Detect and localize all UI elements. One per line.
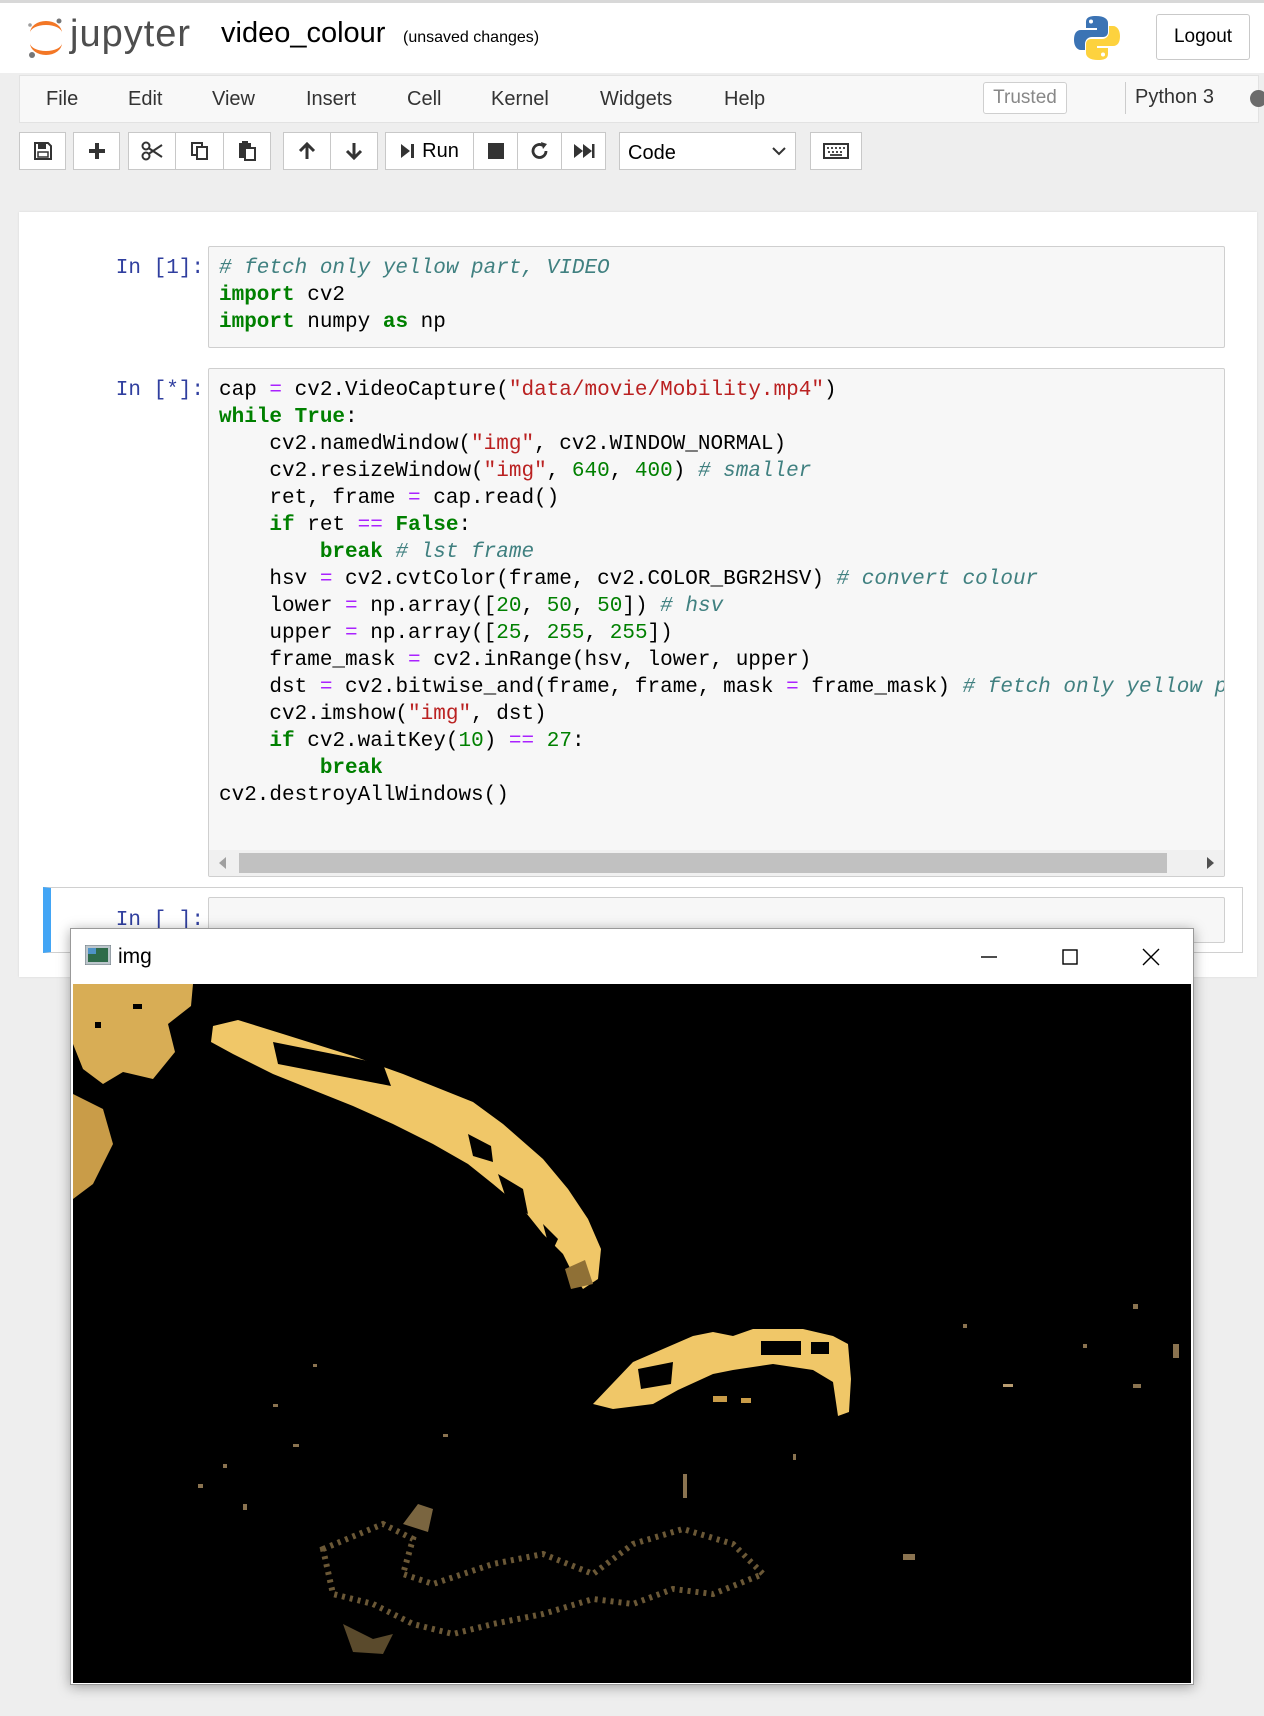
notebook-title[interactable]: video_colour [221,17,385,50]
fast-forward-icon [573,144,594,158]
command-palette-button[interactable] [810,132,862,170]
code-block-1: # fetch only yellow part, VIDEO import c… [219,257,610,334]
stop-icon [487,143,504,159]
restart-kernel-button[interactable] [517,132,562,170]
run-label: Run [422,139,459,162]
code-cell-1-input[interactable]: # fetch only yellow part, VIDEO import c… [208,246,1225,348]
scroll-right-icon[interactable] [1206,857,1214,869]
window-title: img [118,945,152,968]
cell-prompt: In [*]: [115,379,204,402]
insert-cell-button[interactable] [73,132,120,170]
menu-edit[interactable]: Edit [128,88,162,111]
chevron-down-icon [772,147,786,156]
toolbar: Run Code [19,132,1259,172]
restart-icon [531,142,547,159]
menubar: File Edit View Insert Cell Kernel Widget… [19,75,1264,123]
code-line: # fetch only yellow part, VIDEO [219,257,610,280]
header: jupyter video_colour (unsaved changes) L… [0,0,1264,73]
paste-icon [239,141,256,161]
masked-video-frame-image [73,984,1191,1683]
code-block-2: cap = cv2.VideoCapture("data/movie/Mobil… [219,379,1225,807]
cut-icon [141,141,163,161]
interrupt-kernel-button[interactable] [473,132,518,170]
masked-video-frame [73,984,1191,1683]
notebook-container: In [1]: # fetch only yellow part, VIDEO … [19,212,1257,977]
kernel-name[interactable]: Python 3 [1135,86,1214,109]
trusted-badge[interactable]: Trusted [983,82,1067,114]
menu-file[interactable]: File [46,88,78,111]
save-button[interactable] [19,132,66,170]
cell-prompt: In [1]: [115,257,204,280]
app-window-icon [85,945,111,965]
save-icon [33,142,52,160]
cut-button[interactable] [128,132,176,170]
move-down-button[interactable] [330,132,378,170]
keyboard-icon [823,143,849,159]
close-icon[interactable] [1131,943,1171,971]
save-status: (unsaved changes) [403,29,540,46]
menu-help[interactable]: Help [724,88,765,111]
minimize-icon[interactable] [969,943,1009,971]
jupyter-logo-text[interactable]: jupyter [70,13,191,56]
code-cell-2-input[interactable]: cap = cv2.VideoCapture("data/movie/Mobil… [208,368,1225,877]
copy-icon [190,142,208,160]
maximize-icon[interactable] [1050,943,1090,971]
run-button[interactable]: Run [385,132,474,170]
copy-button[interactable] [175,132,224,170]
restart-run-all-button[interactable] [561,132,606,170]
window-titlebar[interactable]: img [71,929,1193,983]
kernel-busy-indicator-icon [1250,90,1264,107]
menu-widgets[interactable]: Widgets [600,88,672,111]
python-logo-icon [1074,16,1120,60]
kernel-separator [1125,82,1126,114]
run-icon [401,144,415,158]
menu-view[interactable]: View [212,88,255,111]
opencv-image-window[interactable]: img [70,928,1194,1685]
cell-type-value: Code [628,142,676,164]
arrow-down-icon [345,143,363,161]
jupyter-logo-icon[interactable] [26,15,66,59]
paste-button[interactable] [223,132,271,170]
cell-type-select[interactable]: Code [619,132,796,170]
logout-button[interactable]: Logout [1156,14,1250,60]
scroll-left-icon[interactable] [219,857,227,869]
arrow-up-icon [298,141,316,159]
move-up-button[interactable] [283,132,331,170]
menu-cell[interactable]: Cell [407,88,441,111]
plus-icon [88,143,105,159]
horizontal-scrollbar[interactable] [209,850,1224,876]
menu-kernel[interactable]: Kernel [491,88,549,111]
menu-insert[interactable]: Insert [306,88,356,111]
scrollbar-thumb[interactable] [239,853,1167,873]
